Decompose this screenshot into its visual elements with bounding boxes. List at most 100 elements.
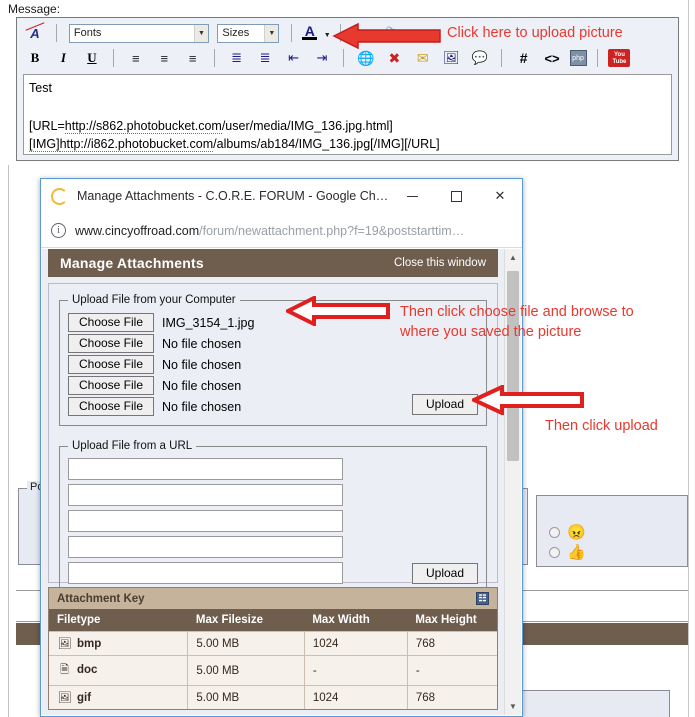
url-input-1[interactable] xyxy=(68,458,343,480)
toolbar-separator xyxy=(56,24,58,42)
remove-link-icon[interactable]: ✖ xyxy=(383,47,405,69)
column-header-max-height: Max Height xyxy=(407,609,497,632)
close-button[interactable]: ✕ xyxy=(478,180,522,212)
radio-dot-icon[interactable] xyxy=(549,547,560,558)
url-input-3[interactable] xyxy=(68,510,343,532)
annotation-upload-picture: Click here to upload picture xyxy=(447,25,623,41)
collapse-icon[interactable]: ☷ xyxy=(476,592,489,605)
chrome-popup-window: Manage Attachments - C.O.R.E. FORUM - Go… xyxy=(40,178,523,717)
table-row: 🗎 doc 5.00 MB - - xyxy=(49,655,497,686)
attachment-key-panel: Attachment Key ☷ Filetype Max Filesize M… xyxy=(48,587,498,710)
underline-icon[interactable]: U xyxy=(81,47,103,69)
thumbs-up-icon: 👍 xyxy=(567,544,586,561)
annotation-arrow-1 xyxy=(332,22,441,50)
message-line-4-tag: [IMG] xyxy=(29,137,60,153)
upload-computer-button[interactable]: Upload xyxy=(412,394,478,415)
column-header-max-filesize: Max Filesize xyxy=(187,609,305,632)
message-line-3: [URL=http://s862.photobucket.com/user/me… xyxy=(29,117,666,135)
file-input-row: Choose File No file chosen xyxy=(68,375,254,396)
choose-file-button-4[interactable]: Choose File xyxy=(68,376,154,395)
attachment-key-title-bar: Attachment Key ☷ xyxy=(49,588,497,609)
choose-file-button-2[interactable]: Choose File xyxy=(68,334,154,353)
rating-option-row-2[interactable]: 👍 xyxy=(549,545,586,560)
message-label: Message: xyxy=(8,2,61,16)
font-family-select[interactable]: Fonts ▼ xyxy=(68,23,209,43)
message-line-1: Test xyxy=(29,81,52,95)
align-center-icon[interactable]: ≡ xyxy=(153,47,175,69)
indent-icon[interactable]: ⇥ xyxy=(311,47,333,69)
cell-max-height: - xyxy=(407,655,497,686)
file-input-row: Choose File No file chosen xyxy=(68,354,254,375)
align-left-icon[interactable]: ≡ xyxy=(125,47,147,69)
attachment-key-title: Attachment Key xyxy=(57,592,145,605)
insert-php-icon[interactable]: php xyxy=(569,50,587,66)
bold-icon[interactable]: B xyxy=(24,47,46,69)
scrollbar-thumb[interactable] xyxy=(507,271,519,461)
chrome-url-host: www.cincyoffroad.com xyxy=(75,223,200,238)
chevron-down-icon[interactable]: ▼ xyxy=(324,32,331,39)
align-right-icon[interactable]: ≡ xyxy=(182,47,204,69)
file-name-1: IMG_3154_1.jpg xyxy=(162,315,255,330)
remove-link-glyph: ✖ xyxy=(388,49,401,66)
screenshot-root: Message: A Fonts ▼ Sizes ▼ A ▼ B I U ≡ ≡… xyxy=(0,0,695,717)
minimize-button[interactable] xyxy=(390,180,434,212)
italic-icon[interactable]: I xyxy=(52,47,74,69)
bold-glyph: B xyxy=(30,50,40,65)
insert-video-glyph: You Tube xyxy=(612,51,627,65)
file-name-3: No file chosen xyxy=(162,357,242,372)
file-name-4: No file chosen xyxy=(162,378,242,393)
file-input-table: Choose File IMG_3154_1.jpg Choose File N… xyxy=(68,312,254,417)
table-row: 🖼 gif 5.00 MB 1024 768 xyxy=(49,685,497,709)
column-header-filetype: Filetype xyxy=(49,609,188,632)
message-line-4: [IMG]http://i862.photobucket.com/albums/… xyxy=(29,135,666,153)
insert-html-icon[interactable]: <> xyxy=(541,47,563,69)
url-input-4[interactable] xyxy=(68,536,343,558)
page-gutter-line xyxy=(8,165,9,717)
chrome-title-bar[interactable]: Manage Attachments - C.O.R.E. FORUM - Go… xyxy=(41,179,522,214)
chevron-down-icon: ▼ xyxy=(193,24,208,42)
choose-file-button-3[interactable]: Choose File xyxy=(68,355,154,374)
choose-file-button-5[interactable]: Choose File xyxy=(68,397,154,416)
site-info-icon[interactable]: i xyxy=(51,223,66,238)
table-header-row: Filetype Max Filesize Max Width Max Heig… xyxy=(49,609,497,632)
cell-max-width: 1024 xyxy=(304,685,408,709)
chrome-address-bar[interactable]: i www.cincyoffroad.com/forum/newattachme… xyxy=(41,214,522,248)
scroll-up-arrow-icon[interactable]: ▲ xyxy=(505,249,521,266)
url-input-2[interactable] xyxy=(68,484,343,506)
page-title: Manage Attachments xyxy=(60,255,204,271)
radio-dot-icon[interactable] xyxy=(549,527,560,538)
italic-glyph: I xyxy=(60,50,66,65)
font-size-select[interactable]: Sizes ▼ xyxy=(217,23,280,43)
rating-option-row-1[interactable]: 😠 xyxy=(549,525,586,540)
url-input-5[interactable] xyxy=(68,562,343,584)
message-line-3-suffix: /user/media/IMG_136.jpg.html] xyxy=(221,119,393,134)
insert-code-icon[interactable]: # xyxy=(513,47,535,69)
choose-file-button-1[interactable]: Choose File xyxy=(68,313,154,332)
close-this-window-link[interactable]: Close this window xyxy=(394,257,486,269)
insert-link-icon[interactable]: 🌐 xyxy=(355,47,377,69)
remove-formatting-icon[interactable]: A xyxy=(24,22,46,44)
message-textarea[interactable]: Test [URL=http://s862.photobucket.com/use… xyxy=(23,74,672,155)
cell-max-height: 768 xyxy=(407,631,497,656)
unordered-list-icon[interactable]: ≣ xyxy=(254,47,276,69)
scroll-down-arrow-icon[interactable]: ▼ xyxy=(505,698,521,715)
insert-quote-icon[interactable]: 💬 xyxy=(469,47,491,69)
page-right-edge xyxy=(688,0,689,717)
maximize-button[interactable] xyxy=(434,180,478,212)
column-header-max-width: Max Width xyxy=(304,609,408,632)
file-input-row: Choose File IMG_3154_1.jpg xyxy=(68,312,254,333)
upload-url-button[interactable]: Upload xyxy=(412,563,478,584)
font-color-icon[interactable]: A xyxy=(302,22,318,44)
outdent-icon[interactable]: ⇤ xyxy=(283,47,305,69)
image-file-icon: 🖼 xyxy=(57,692,72,704)
insert-video-icon[interactable]: You Tube xyxy=(608,49,631,67)
cell-filetype: 🗎 doc xyxy=(49,655,189,686)
toolbar-separator xyxy=(596,49,598,67)
message-line-3-url: http://s862.photobucket.com xyxy=(64,119,222,135)
insert-email-icon[interactable]: ✉ xyxy=(412,47,434,69)
attachment-key-table: Filetype Max Filesize Max Width Max Heig… xyxy=(49,609,497,709)
align-right-glyph: ≡ xyxy=(188,50,197,66)
insert-image-icon[interactable]: 🖼 xyxy=(440,47,462,69)
upload-from-computer-legend: Upload File from your Computer xyxy=(72,294,236,306)
ordered-list-icon[interactable]: ≣ xyxy=(226,47,248,69)
